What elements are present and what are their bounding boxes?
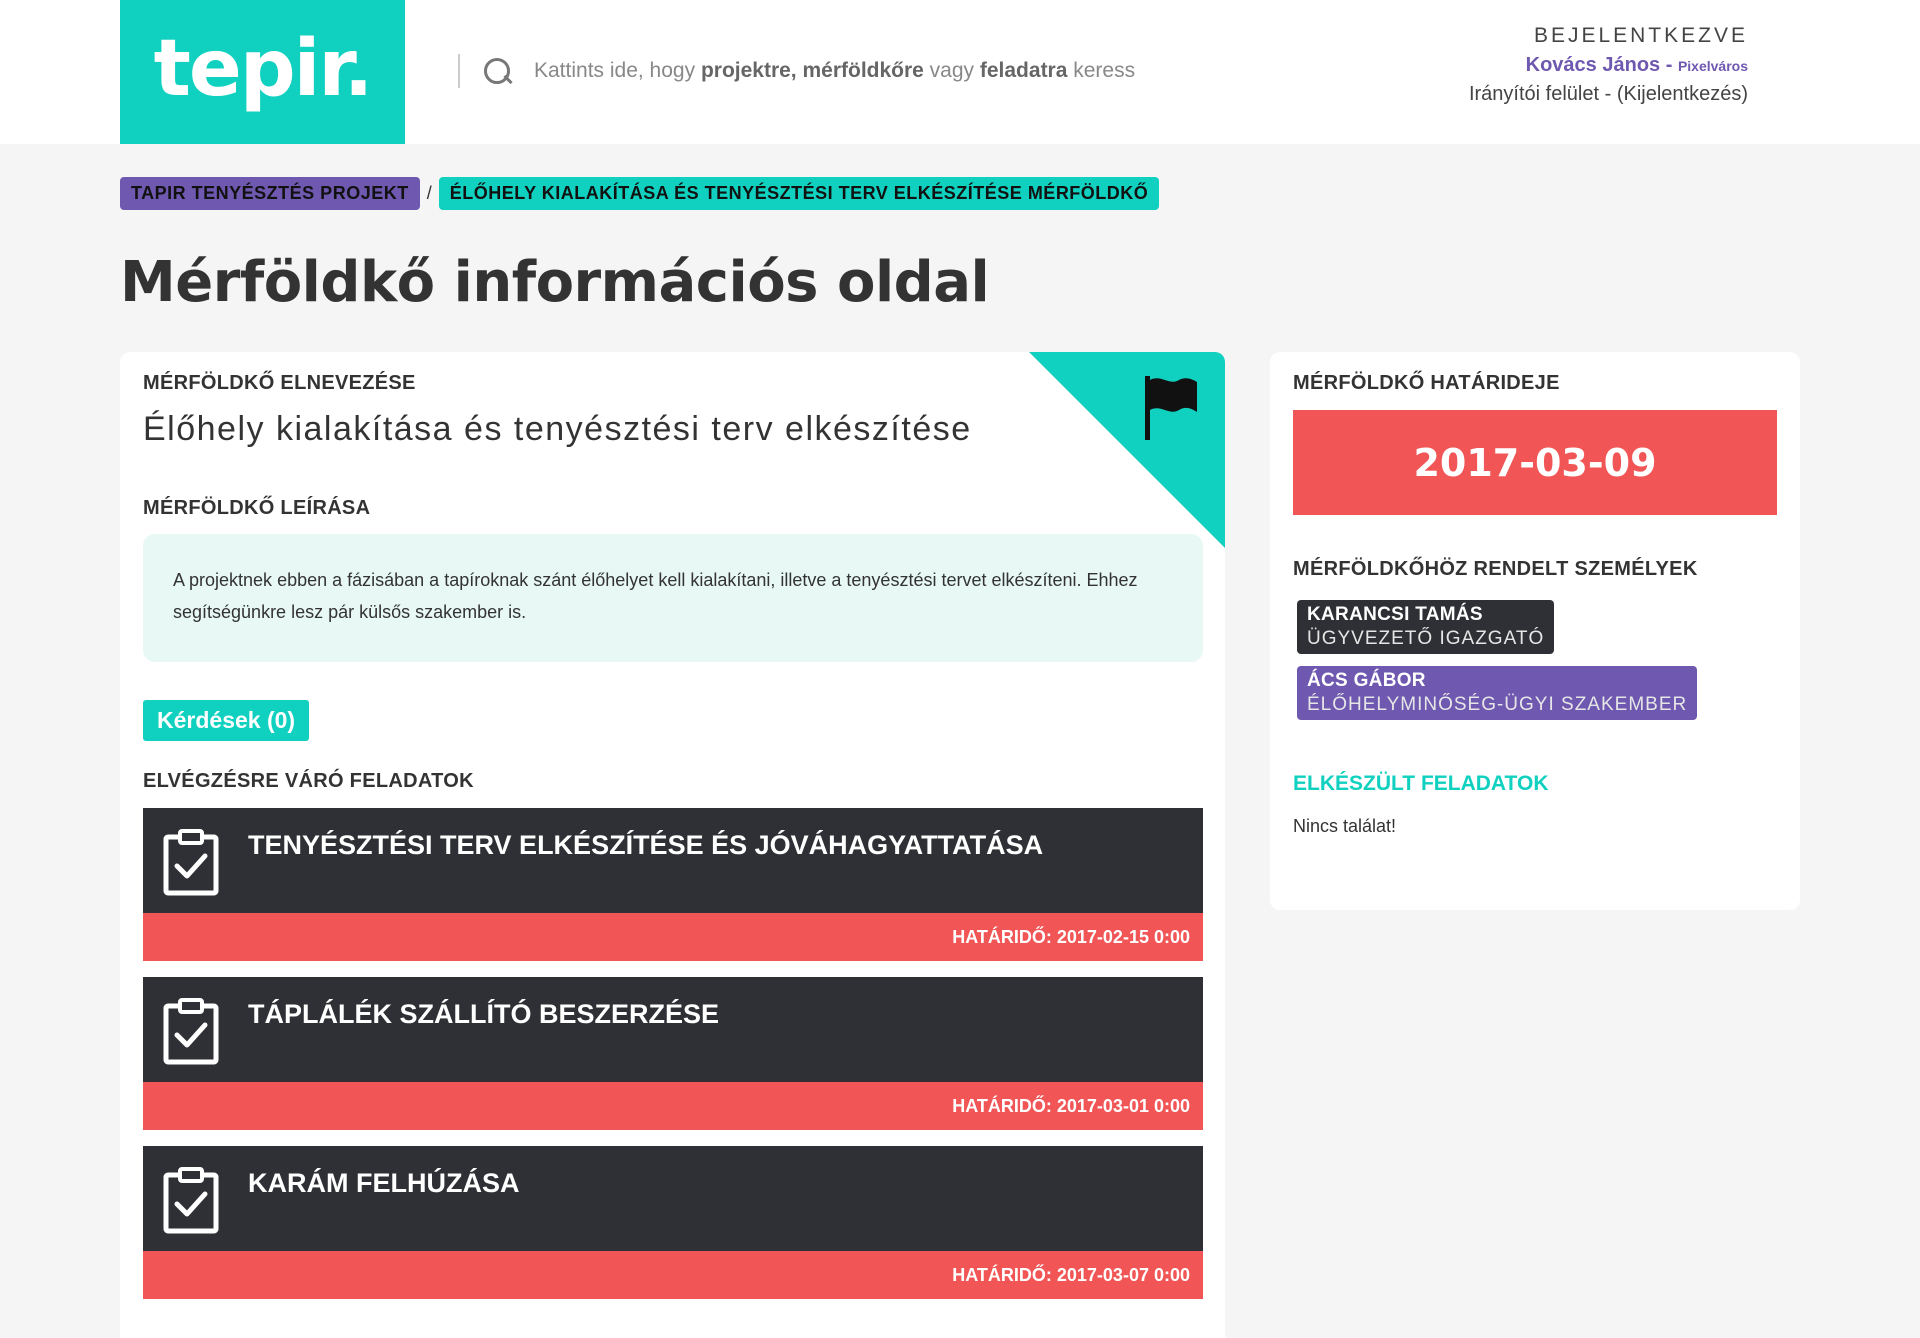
person-badge[interactable]: KARANCSI TAMÁS ÜGYVEZETŐ IGAZGATÓ (1297, 600, 1555, 654)
milestone-sidebar: MÉRFÖLDKŐ HATÁRIDEJE 2017-03-09 MÉRFÖLDK… (1270, 352, 1800, 910)
search-bar[interactable]: Kattints ide, hogy projektre, mérföldkőr… (458, 54, 1135, 88)
task-card[interactable]: TENYÉSZTÉSI TERV ELKÉSZÍTÉSE ÉS JÓVÁHAGY… (143, 808, 1203, 961)
task-title[interactable]: TÁPLÁLÉK SZÁLLÍTÓ BESZERZÉSE (248, 999, 719, 1030)
questions-button[interactable]: Kérdések (0) (143, 700, 310, 741)
flag-icon (1145, 376, 1197, 440)
breadcrumb-milestone[interactable]: ÉLŐHELY KIALAKÍTÁSA ÉS TENYÉSZTÉSI TERV … (438, 177, 1160, 210)
breadcrumb-project[interactable]: TAPIR TENYÉSZTÉS PROJEKT (120, 177, 420, 210)
deadline-label: MÉRFÖLDKŐ HATÁRIDEJE (1293, 372, 1560, 394)
milestone-name-label: MÉRFÖLDKŐ ELNEVEZÉSE (143, 372, 416, 394)
task-header[interactable]: TÁPLÁLÉK SZÁLLÍTÓ BESZERZÉSE (143, 977, 1203, 1082)
pending-tasks-label: ELVÉGZÉSRE VÁRÓ FELADATOK (143, 770, 474, 792)
milestone-card: MÉRFÖLDKŐ ELNEVEZÉSE Élőhely kialakítása… (120, 352, 1225, 1338)
task-deadline: HATÁRIDŐ: 2017-03-07 0:00 (143, 1251, 1203, 1299)
milestone-description-label: MÉRFÖLDKŐ LEÍRÁSA (143, 497, 371, 519)
person-role: ÜGYVEZETŐ IGAZGATÓ (1307, 628, 1545, 649)
clipboard-check-icon (163, 998, 219, 1065)
breadcrumb: TAPIR TENYÉSZTÉS PROJEKT / ÉLŐHELY KIALA… (120, 177, 1160, 210)
search-icon[interactable] (482, 56, 512, 86)
clipboard-check-icon (163, 1167, 219, 1234)
user-links: Irányítói felület - (Kijelentkezés) (1468, 83, 1748, 105)
milestone-description: A projektnek ebben a fázisában a tapírok… (143, 534, 1203, 662)
task-title[interactable]: KARÁM FELHÚZÁSA (248, 1168, 519, 1199)
assigned-people-label: MÉRFÖLDKŐHÖZ RENDELT SZEMÉLYEK (1293, 558, 1698, 580)
person-name: KARANCSI TAMÁS (1307, 604, 1483, 625)
task-title[interactable]: TENYÉSZTÉSI TERV ELKÉSZÍTÉSE ÉS JÓVÁHAGY… (248, 830, 1043, 861)
logout-link[interactable]: (Kijelentkezés) (1617, 83, 1748, 105)
user-city: Pixelváros (1677, 58, 1748, 74)
user-name[interactable]: Kovács János - Pixelváros (1469, 54, 1748, 77)
dashboard-link[interactable]: Irányítói felület (1469, 83, 1599, 105)
task-header[interactable]: KARÁM FELHÚZÁSA (143, 1146, 1203, 1251)
deadline-value: 2017-03-09 (1413, 440, 1657, 485)
user-panel: BEJELENTKEZVE Kovács János - Pixelváros … (1469, 24, 1748, 106)
task-deadline: HATÁRIDŐ: 2017-02-15 0:00 (143, 913, 1203, 961)
no-result-text: Nincs találat! (1293, 816, 1397, 836)
completed-tasks-label: ELKÉSZÜLT FELADATOK (1293, 772, 1549, 795)
login-status: BEJELENTKEZVE (1533, 24, 1748, 47)
page-title: Mérföldkő információs oldal (120, 250, 990, 315)
person-name: ÁCS GÁBOR (1307, 670, 1426, 691)
top-header: tepir. Kattints ide, hogy projektre, mér… (0, 0, 1920, 144)
milestone-name: Élőhely kialakítása és tenyésztési terv … (143, 410, 972, 448)
task-deadline: HATÁRIDŐ: 2017-03-01 0:00 (143, 1082, 1203, 1130)
person-badge[interactable]: ÁCS GÁBOR ÉLŐHELYMINŐSÉG-ÜGYI SZAKEMBER (1297, 666, 1698, 720)
breadcrumb-separator: / (426, 183, 432, 203)
task-card[interactable]: KARÁM FELHÚZÁSA HATÁRIDŐ: 2017-03-07 0:0… (143, 1146, 1203, 1299)
task-card[interactable]: TÁPLÁLÉK SZÁLLÍTÓ BESZERZÉSE HATÁRIDŐ: 2… (143, 977, 1203, 1130)
logo[interactable]: tepir. (120, 0, 405, 144)
logo-text: tepir. (153, 24, 374, 114)
person-role: ÉLŐHELYMINŐSÉG-ÜGYI SZAKEMBER (1307, 694, 1688, 715)
task-header[interactable]: TENYÉSZTÉSI TERV ELKÉSZÍTÉSE ÉS JÓVÁHAGY… (143, 808, 1203, 913)
clipboard-check-icon (163, 829, 219, 896)
deadline-box: 2017-03-09 (1293, 410, 1777, 515)
search-placeholder[interactable]: Kattints ide, hogy projektre, mérföldkőr… (534, 59, 1135, 83)
